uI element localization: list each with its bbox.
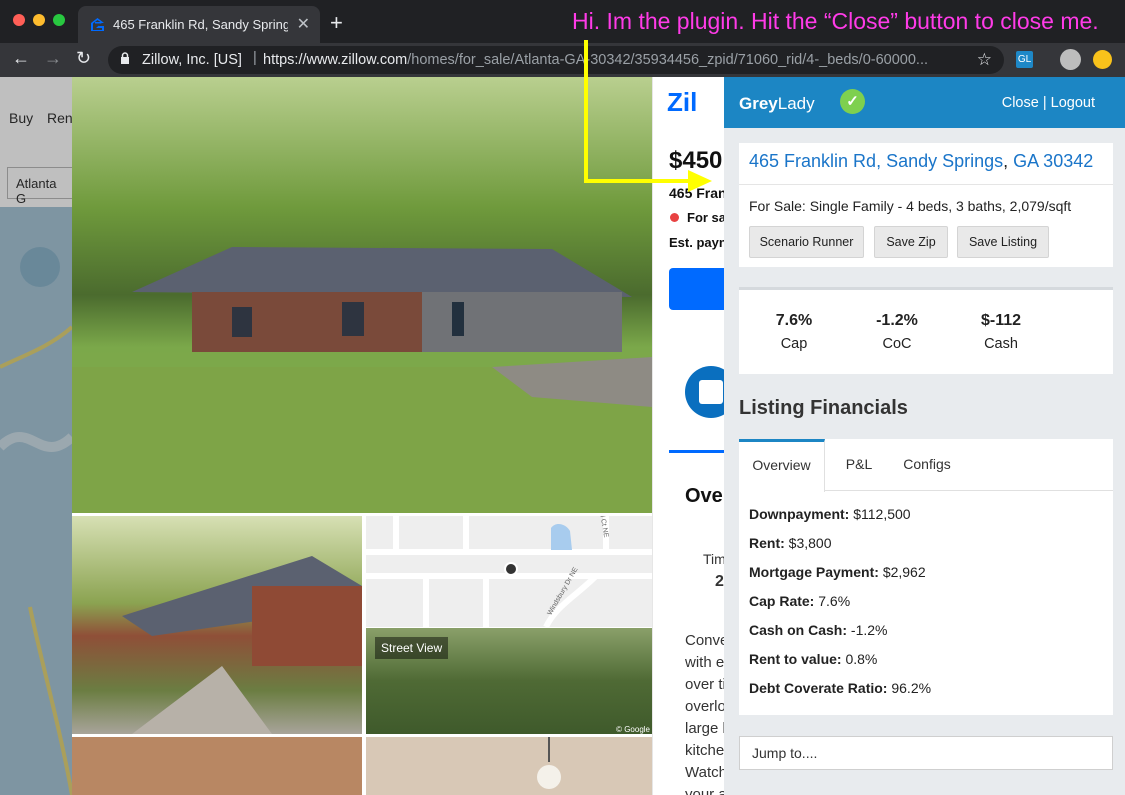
map-credit: © Google [616,725,650,734]
metric-value: $-112 [980,312,1022,329]
property-card: 465 Franklin Rd, Sandy Springs, GA 30342… [739,143,1113,267]
listing-financials-heading: Listing Financials [739,397,908,419]
metric-label: Cash [984,336,1018,352]
plugin-header: GreyLady ✓ Close | Logout [724,77,1125,128]
financial-row-rent-to-value: Rent to value: 0.8% [749,651,878,667]
metric-value: -1.2% [876,312,918,329]
listing-photo-thumbnail-3[interactable] [72,737,362,795]
listing-status: For sa [687,210,727,225]
sale-summary: For Sale: Single Family - 4 beds, 3 bath… [749,198,1072,214]
browser-toolbar: ← → ↻ Zillow, Inc. [US] | https://www.zi… [0,43,1125,77]
financial-row-cap-rate: Cap Rate: 7.6% [749,593,851,609]
tab-overview[interactable]: Overview [739,439,825,492]
window-close-button[interactable] [13,14,25,26]
listing-price: $450 [669,147,723,174]
jump-to-input[interactable]: Jump to.... [739,736,1113,770]
listing-photo-thumbnail-4[interactable] [366,737,652,795]
house-illustration [72,247,652,513]
main-listing-photo[interactable] [72,77,652,513]
house-side-illustration [122,556,362,734]
reload-icon[interactable]: ↻ [76,48,91,69]
scenario-runner-button[interactable]: Scenario Runner [749,226,864,258]
metric-value: 7.6% [775,312,813,329]
financial-row-dcr: Debt Coverate Ratio: 96.2% [749,680,932,696]
window-maximize-button[interactable] [53,14,65,26]
metric-cash: $-112 Cash [961,312,1041,352]
address-bar[interactable]: Zillow, Inc. [US] | https://www.zillow.c… [108,46,1004,74]
card-divider [739,184,1113,185]
save-zip-button[interactable]: Save Zip [874,226,948,258]
url-text: https://www.zillow.com/homes/for_sale/At… [263,52,929,68]
forward-icon[interactable]: → [44,48,62,69]
tab-close-icon[interactable]: ✕ [297,14,310,34]
save-listing-button[interactable]: Save Listing [957,226,1049,258]
lock-icon [120,52,130,69]
omnibox-separator: | [253,50,257,66]
metric-coc: -1.2% CoC [857,312,937,352]
financials-card: Overview P&L Configs Downpayment: $112,5… [739,439,1113,715]
bookmark-star-icon[interactable]: ☆ [977,50,992,70]
header-separator: | [1042,95,1047,111]
street-view-thumbnail[interactable]: Street View © Google [366,628,652,734]
financials-list: Downpayment: $112,500 Rent: $3,800 Mortg… [749,506,931,709]
greylady-logo: GreyLady [739,94,815,113]
header-links: Close | Logout [1002,95,1095,111]
new-tab-button[interactable]: + [330,10,343,36]
metric-label: CoC [882,336,912,352]
location-map-thumbnail[interactable]: Hill Ct NE Windsbury Dr NE [366,516,652,627]
plugin-hint-annotation: Hi. Im the plugin. Hit the “Close” butto… [572,8,1099,34]
metric-cap: 7.6% Cap [754,312,834,352]
profile-avatar[interactable] [1060,49,1081,70]
financial-row-cash-on-cash: Cash on Cash: -1.2% [749,622,888,638]
time-on-zillow-label: Tim [703,551,726,567]
zillow-logo[interactable]: Zil [667,87,697,118]
tab-title: 465 Franklin Rd, Sandy Springs [113,17,288,32]
status-dot [670,213,679,222]
metric-label: Cap [780,336,808,352]
tab-pl[interactable]: P&L [835,439,883,491]
browser-tab-active[interactable]: 465 Franklin Rd, Sandy Springs ✕ [78,6,320,43]
tab-configs[interactable]: Configs [897,439,957,491]
estimated-payment: Est. payn [669,235,727,250]
listing-details-column: Zil $450 465 Fran For sa Est. payn Over … [652,77,739,795]
zillow-favicon-icon [90,17,105,35]
listing-address: 465 Fran [669,185,727,201]
logout-button[interactable]: Logout [1051,95,1095,111]
metrics-card: 7.6% Cap -1.2% CoC $-112 Cash [739,287,1113,374]
listing-photo-thumbnail-1[interactable] [72,516,362,734]
browser-tab-strip: 465 Franklin Rd, Sandy Springs ✕ + Hi. I… [0,0,1125,43]
financial-row-downpayment: Downpayment: $112,500 [749,506,911,522]
greylady-plugin-panel: GreyLady ✓ Close | Logout 465 Franklin R… [724,77,1125,795]
window-minimize-button[interactable] [33,14,45,26]
financials-tabs: Overview P&L Configs [739,439,1113,492]
financial-row-rent: Rent: $3,800 [749,535,832,551]
greylady-extension-icon[interactable]: GL [1016,51,1033,68]
street-map [366,516,652,627]
site-identity: Zillow, Inc. [US] [142,52,242,68]
extension-yellow-icon[interactable] [1093,50,1112,69]
status-check-icon: ✓ [840,89,865,114]
time-on-zillow-value: 2 [715,573,724,590]
street-view-label: Street View [375,637,449,659]
close-button[interactable]: Close [1002,95,1039,111]
property-address-link[interactable]: 465 Franklin Rd, Sandy Springs, GA 30342 [749,151,1093,172]
financial-row-mortgage: Mortgage Payment: $2,962 [749,564,926,580]
chandelier-illustration [537,737,561,789]
modal-overlay [0,77,72,795]
back-icon[interactable]: ← [12,48,30,69]
